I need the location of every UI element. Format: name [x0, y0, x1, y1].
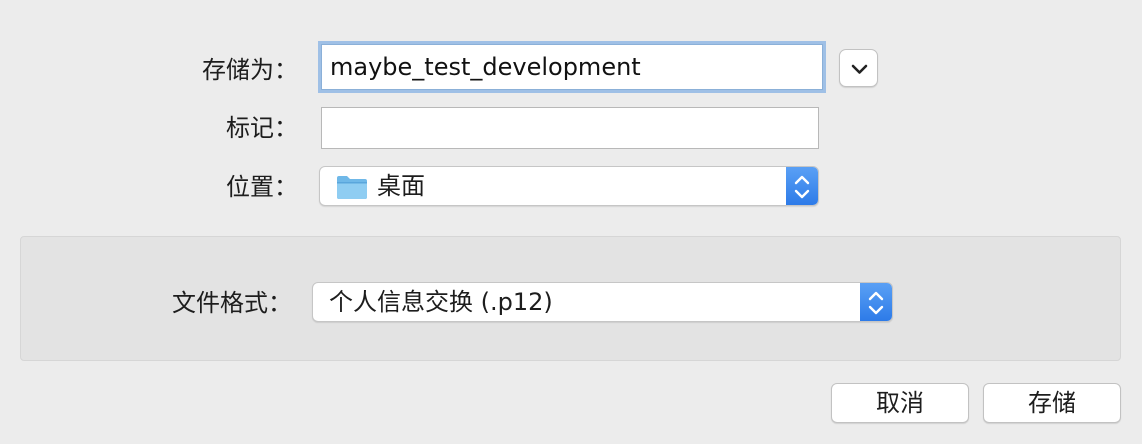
- location-stepper[interactable]: [786, 167, 818, 205]
- file-format-stepper[interactable]: [860, 283, 892, 321]
- chevron-down-icon: [851, 64, 868, 74]
- location-value: 桌面: [377, 172, 425, 200]
- save-as-label: 存储为：: [202, 56, 298, 84]
- expand-dialog-button[interactable]: [839, 49, 878, 87]
- location-label: 位置：: [226, 173, 298, 201]
- save-button[interactable]: 存储: [983, 383, 1121, 423]
- save-dialog: 存储为： maybe_test_development 标记： 位置： 桌面 文…: [0, 0, 1142, 444]
- file-format-value: 个人信息交换 (.p12): [329, 288, 553, 316]
- tags-input[interactable]: [321, 107, 819, 149]
- cancel-button[interactable]: 取消: [831, 383, 969, 423]
- save-as-input-value: maybe_test_development: [330, 53, 641, 81]
- tags-label: 标记：: [226, 114, 298, 142]
- save-as-input[interactable]: maybe_test_development: [321, 44, 823, 90]
- file-format-popup[interactable]: 个人信息交换 (.p12): [312, 282, 893, 322]
- up-down-arrows-icon: [868, 291, 884, 315]
- up-down-arrows-icon: [794, 175, 810, 199]
- location-popup[interactable]: 桌面: [319, 166, 819, 206]
- file-format-label: 文件格式：: [172, 289, 292, 317]
- folder-icon: [337, 176, 367, 199]
